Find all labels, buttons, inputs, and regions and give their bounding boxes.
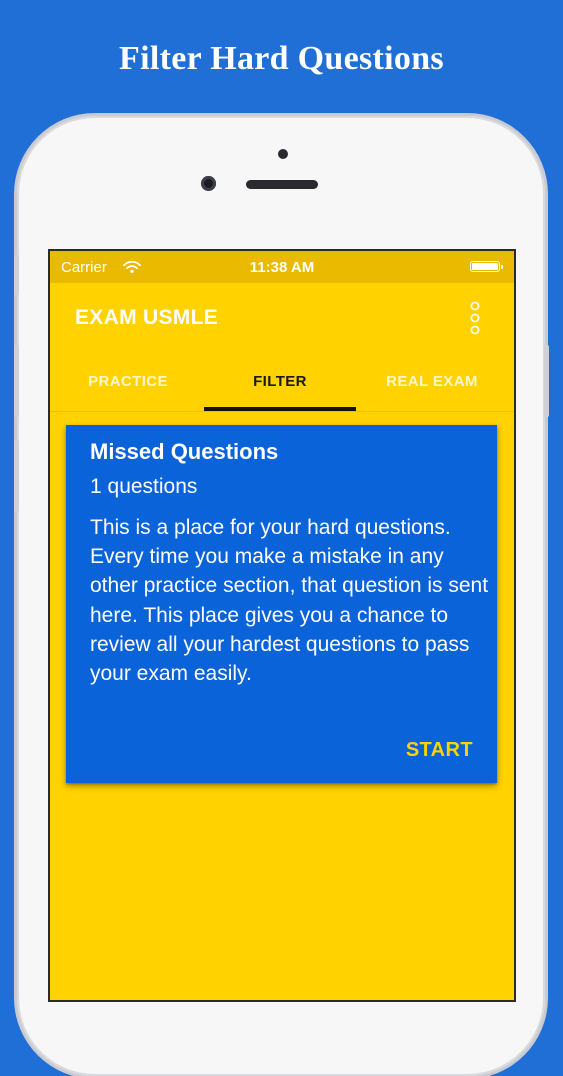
proximity-sensor: [278, 149, 288, 159]
battery-icon: [470, 261, 503, 272]
missed-questions-card[interactable]: Missed Questions 1 questions This is a p…: [66, 425, 497, 783]
tab-divider: [50, 411, 514, 412]
volume-down-button: [14, 440, 19, 512]
app-title: EXAM USMLE: [75, 306, 219, 329]
tab-filter[interactable]: FILTER: [204, 363, 356, 411]
promo-title: Filter Hard Questions: [119, 40, 444, 77]
mute-switch: [14, 255, 19, 295]
card-title: Missed Questions: [90, 439, 279, 464]
tab-real-exam[interactable]: REAL EXAM: [356, 363, 508, 411]
power-button: [544, 345, 549, 417]
earpiece-speaker: [246, 180, 318, 189]
card-description: This is a place for your hard questions.…: [90, 516, 489, 686]
front-camera: [201, 176, 216, 191]
tab-bar: PRACTICE FILTER REAL EXAM: [50, 363, 514, 411]
volume-up-button: [14, 345, 19, 417]
app-screen: Carrier 11:38 AM EXAM USMLE PRACTICE FIL…: [50, 251, 514, 1000]
status-bar: Carrier 11:38 AM: [50, 251, 514, 283]
question-count: 1 questions: [90, 475, 198, 498]
status-time: 11:38 AM: [249, 259, 315, 276]
start-button[interactable]: START: [406, 739, 473, 762]
more-vertical-icon[interactable]: [469, 301, 481, 335]
tab-practice[interactable]: PRACTICE: [52, 363, 204, 411]
